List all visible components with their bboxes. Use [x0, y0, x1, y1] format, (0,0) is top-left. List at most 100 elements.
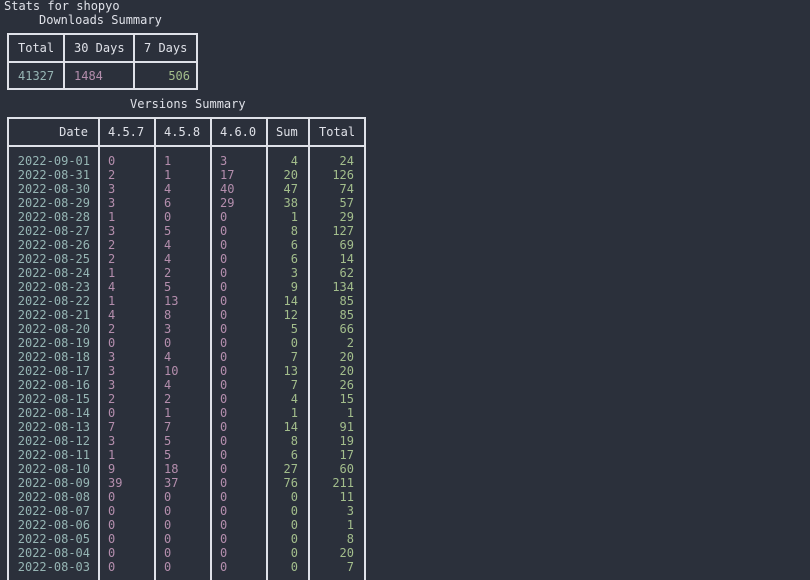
v458-cell: 1	[164, 168, 172, 182]
thirty-day-downloads-value: 1484	[74, 69, 103, 83]
downloads-summary-table: Total 30 Days 7 Days 41327 1484 506	[7, 33, 198, 90]
header-7-days: 7 Days	[144, 41, 188, 55]
date-cell: 2022-08-25	[17, 252, 90, 266]
v457-cell: 0	[108, 518, 116, 532]
total-cell: 14	[339, 252, 354, 266]
v460-cell: 0	[220, 462, 228, 476]
date-cell: 2022-08-14	[17, 406, 90, 420]
v457-cell: 0	[108, 406, 116, 420]
v460-cell: 0	[220, 238, 228, 252]
date-cell: 2022-09-01	[17, 154, 90, 168]
v458-cell: 6	[164, 196, 172, 210]
v458-cell: 0	[164, 490, 172, 504]
total-cell: 57	[339, 196, 354, 210]
v458-cell: 4	[164, 350, 172, 364]
v460-cell: 0	[220, 280, 228, 294]
v460-cell: 0	[220, 434, 228, 448]
date-cell: 2022-08-03	[17, 560, 90, 574]
sum-cell: 14	[283, 294, 298, 308]
v458-cell: 1	[164, 154, 172, 168]
total-cell: 134	[332, 280, 354, 294]
v457-cell: 4	[108, 308, 116, 322]
header-divider	[9, 61, 196, 63]
v457-cell: 3	[108, 364, 116, 378]
sum-cell: 0	[290, 546, 298, 560]
table-row: 2022-08-19 0 0 0 0 2	[9, 336, 364, 350]
v457-cell: 0	[108, 154, 116, 168]
total-cell: 15	[339, 392, 354, 406]
table-row: 2022-08-25 2 4 0 6 14	[9, 252, 364, 266]
v458-cell: 0	[164, 210, 172, 224]
v458-cell: 37	[164, 476, 179, 490]
v460-cell: 0	[220, 364, 228, 378]
total-cell: 29	[339, 210, 354, 224]
v457-cell: 2	[108, 252, 116, 266]
date-cell: 2022-08-06	[17, 518, 90, 532]
date-cell: 2022-08-05	[17, 532, 90, 546]
v458-cell: 5	[164, 224, 172, 238]
v457-cell: 9	[108, 462, 116, 476]
sum-cell: 0	[290, 560, 298, 574]
v458-cell: 4	[164, 182, 172, 196]
v457-cell: 39	[108, 476, 123, 490]
sum-cell: 4	[290, 154, 298, 168]
v457-cell: 2	[108, 238, 116, 252]
table-row: 2022-08-09 39 37 0 76 211	[9, 476, 364, 490]
v458-cell: 0	[164, 546, 172, 560]
total-cell: 20	[339, 364, 354, 378]
table-row: 2022-08-26 2 4 0 6 69	[9, 238, 364, 252]
date-cell: 2022-08-29	[17, 196, 90, 210]
v460-cell: 0	[220, 308, 228, 322]
v457-cell: 0	[108, 504, 116, 518]
v457-cell: 1	[108, 210, 116, 224]
table-row: 2022-08-24 1 2 0 3 62	[9, 266, 364, 280]
date-cell: 2022-08-09	[17, 476, 90, 490]
date-cell: 2022-08-19	[17, 336, 90, 350]
v458-cell: 10	[164, 364, 179, 378]
sum-cell: 8	[290, 224, 298, 238]
total-cell: 127	[332, 224, 354, 238]
total-cell: 20	[339, 350, 354, 364]
total-cell: 66	[339, 322, 354, 336]
sum-cell: 1	[290, 210, 298, 224]
sum-cell: 6	[290, 238, 298, 252]
sum-cell: 8	[290, 434, 298, 448]
v460-cell: 0	[220, 448, 228, 462]
table-row: 2022-08-20 2 3 0 5 66	[9, 322, 364, 336]
v460-cell: 0	[220, 336, 228, 350]
sum-cell: 6	[290, 448, 298, 462]
v460-cell: 17	[220, 168, 235, 182]
table-row: 2022-08-29 3 6 29 38 57	[9, 196, 364, 210]
v458-cell: 0	[164, 560, 172, 574]
sum-cell: 7	[290, 350, 298, 364]
total-cell: 91	[339, 420, 354, 434]
v458-cell: 2	[164, 392, 172, 406]
date-cell: 2022-08-26	[17, 238, 90, 252]
table-row: 2022-08-06 0 0 0 0 1	[9, 518, 364, 532]
sum-cell: 0	[290, 490, 298, 504]
header-total: Total	[18, 41, 55, 55]
v460-cell: 0	[220, 546, 228, 560]
table-row: 2022-08-27 3 5 0 8 127	[9, 224, 364, 238]
v460-cell: 0	[220, 420, 228, 434]
v458-cell: 0	[164, 518, 172, 532]
sum-cell: 20	[283, 168, 298, 182]
sum-cell: 0	[290, 504, 298, 518]
header-total: Total	[319, 125, 356, 139]
date-cell: 2022-08-04	[17, 546, 90, 560]
sum-cell: 3	[290, 266, 298, 280]
v458-cell: 7	[164, 420, 172, 434]
v457-cell: 1	[108, 294, 116, 308]
total-cell: 8	[346, 532, 354, 546]
date-cell: 2022-08-22	[17, 294, 90, 308]
date-cell: 2022-08-30	[17, 182, 90, 196]
table-row: 2022-08-30 3 4 40 47 74	[9, 182, 364, 196]
v458-cell: 5	[164, 280, 172, 294]
date-cell: 2022-08-15	[17, 392, 90, 406]
header-30-days: 30 Days	[74, 41, 125, 55]
v457-cell: 7	[108, 420, 116, 434]
downloads-summary-caption: Downloads Summary	[39, 13, 162, 27]
terminal-title: Stats for shopyo	[4, 0, 120, 13]
header-version-4-5-7: 4.5.7	[108, 125, 145, 139]
v458-cell: 4	[164, 238, 172, 252]
